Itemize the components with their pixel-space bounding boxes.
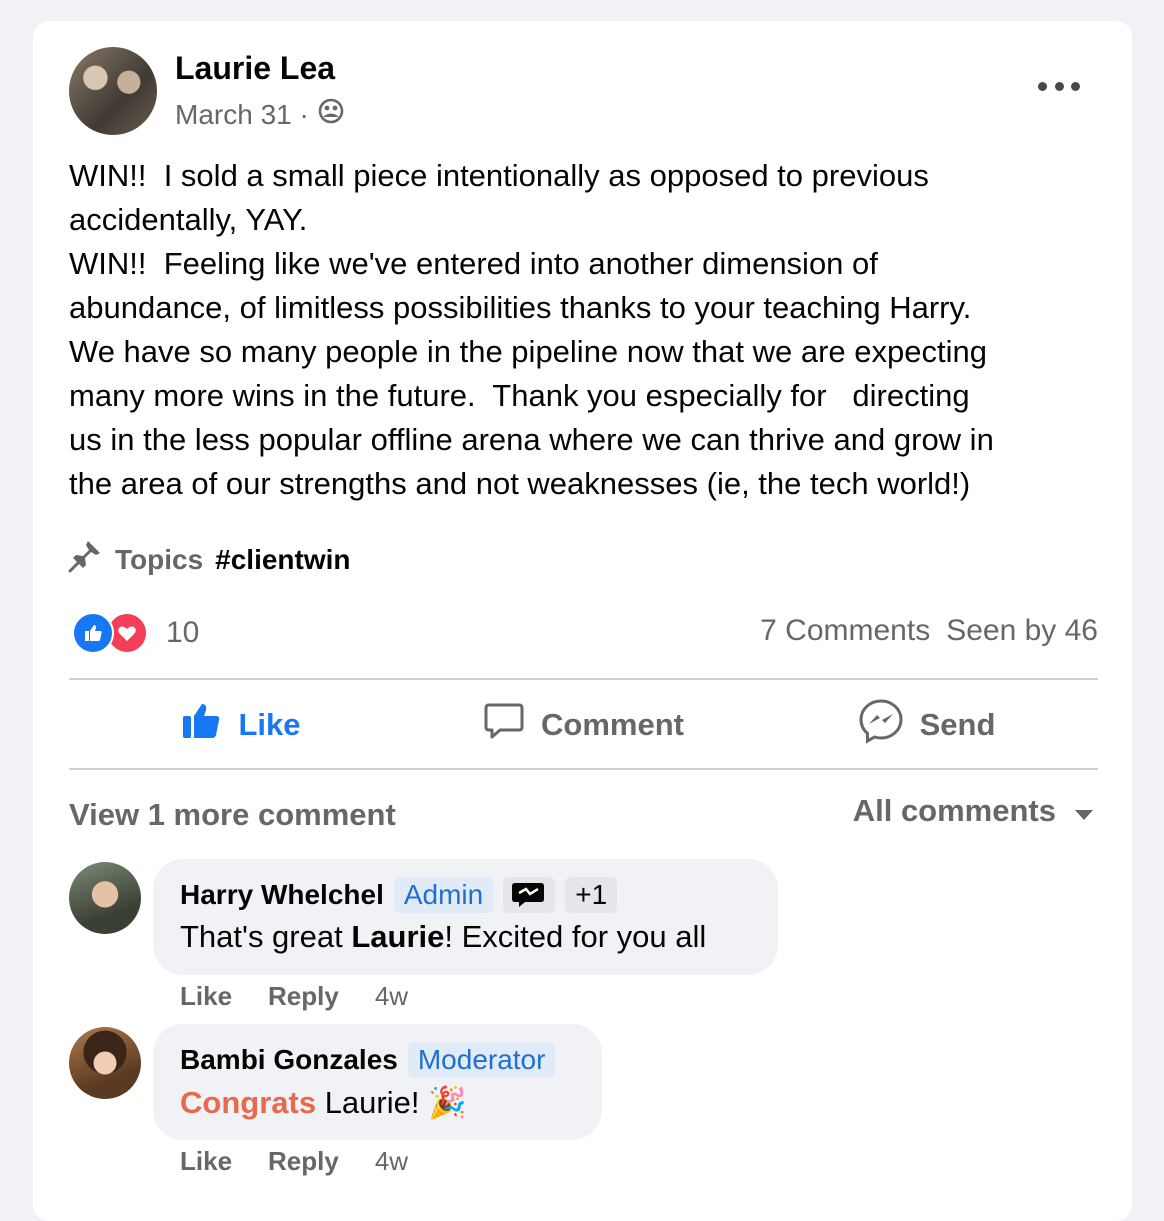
comment-text: Congrats Laurie! 🎉 [180,1085,467,1120]
group-privacy-icon [317,97,345,132]
topics-label: Topics [115,543,204,575]
comment-actions: Like Reply 4w [180,981,408,1012]
post-date[interactable]: March 31 · [175,99,309,131]
role-badge[interactable]: Admin [393,877,494,913]
comment-actions: Like Reply 4w [180,1146,408,1177]
reaction-count: 10 [166,616,200,649]
comment-reply-button[interactable]: Reply [268,981,339,1012]
comment-text: That's great Laurie! Excited for you all [180,919,707,954]
send-button[interactable]: Send [755,682,1098,768]
extra-badges-count[interactable]: +1 [565,877,618,913]
post-meta: March 31 · [175,97,345,132]
comment-reply-button[interactable]: Reply [268,1146,339,1177]
reactions-summary[interactable]: 10 [72,612,199,654]
comment-button[interactable]: Comment [412,682,755,768]
like-button[interactable]: Like [69,682,412,768]
comment-time[interactable]: 4w [375,1146,408,1177]
commenter-name[interactable]: Harry Whelchel [180,879,384,911]
seen-by[interactable]: Seen by 46 [946,614,1098,648]
author-name[interactable]: Laurie Lea [175,50,335,87]
pin-icon [67,538,103,581]
more-options-icon[interactable] [1038,72,1080,100]
send-label: Send [919,707,996,742]
post-stats: 7 Comments Seen by 46 [760,614,1098,648]
messenger-icon [858,698,904,752]
animated-text: Congrats [180,1085,317,1120]
comment-time[interactable]: 4w [375,981,408,1012]
thumbs-up-icon [180,700,222,750]
caret-down-icon [1074,793,1094,829]
comment-like-button[interactable]: Like [180,981,232,1012]
comments-filter-dropdown[interactable]: All comments [853,793,1094,829]
view-more-comments[interactable]: View 1 more comment [69,797,396,833]
author-avatar[interactable] [69,47,157,135]
comments-filter-label: All comments [852,793,1056,828]
action-bar: Like Comment Send [69,682,1098,768]
role-badge[interactable]: Moderator [407,1042,556,1078]
like-reaction-icon [72,612,114,654]
commenter-avatar[interactable] [69,1027,141,1099]
topic-tag[interactable]: #clientwin [215,544,350,576]
comment-bubble-icon [483,700,525,750]
post-body: WIN!! I sold a small piece intentionally… [69,158,994,501]
comment-bubble: Bambi Gonzales Moderator Congrats Laurie… [153,1024,602,1140]
topics-row: Topics #clientwin [67,538,351,581]
divider [69,768,1098,770]
like-label: Like [238,707,301,742]
commenter-avatar[interactable] [69,862,141,934]
comment-label: Comment [541,707,684,742]
comments-count[interactable]: 7 Comments [760,614,930,648]
divider [69,678,1098,680]
commenter-name[interactable]: Bambi Gonzales [180,1044,398,1076]
comment-bubble: Harry Whelchel Admin +1 That's great Lau… [153,859,778,975]
conversation-starter-icon[interactable] [503,877,556,913]
comment-like-button[interactable]: Like [180,1146,232,1177]
mention[interactable]: Laurie [351,919,444,954]
